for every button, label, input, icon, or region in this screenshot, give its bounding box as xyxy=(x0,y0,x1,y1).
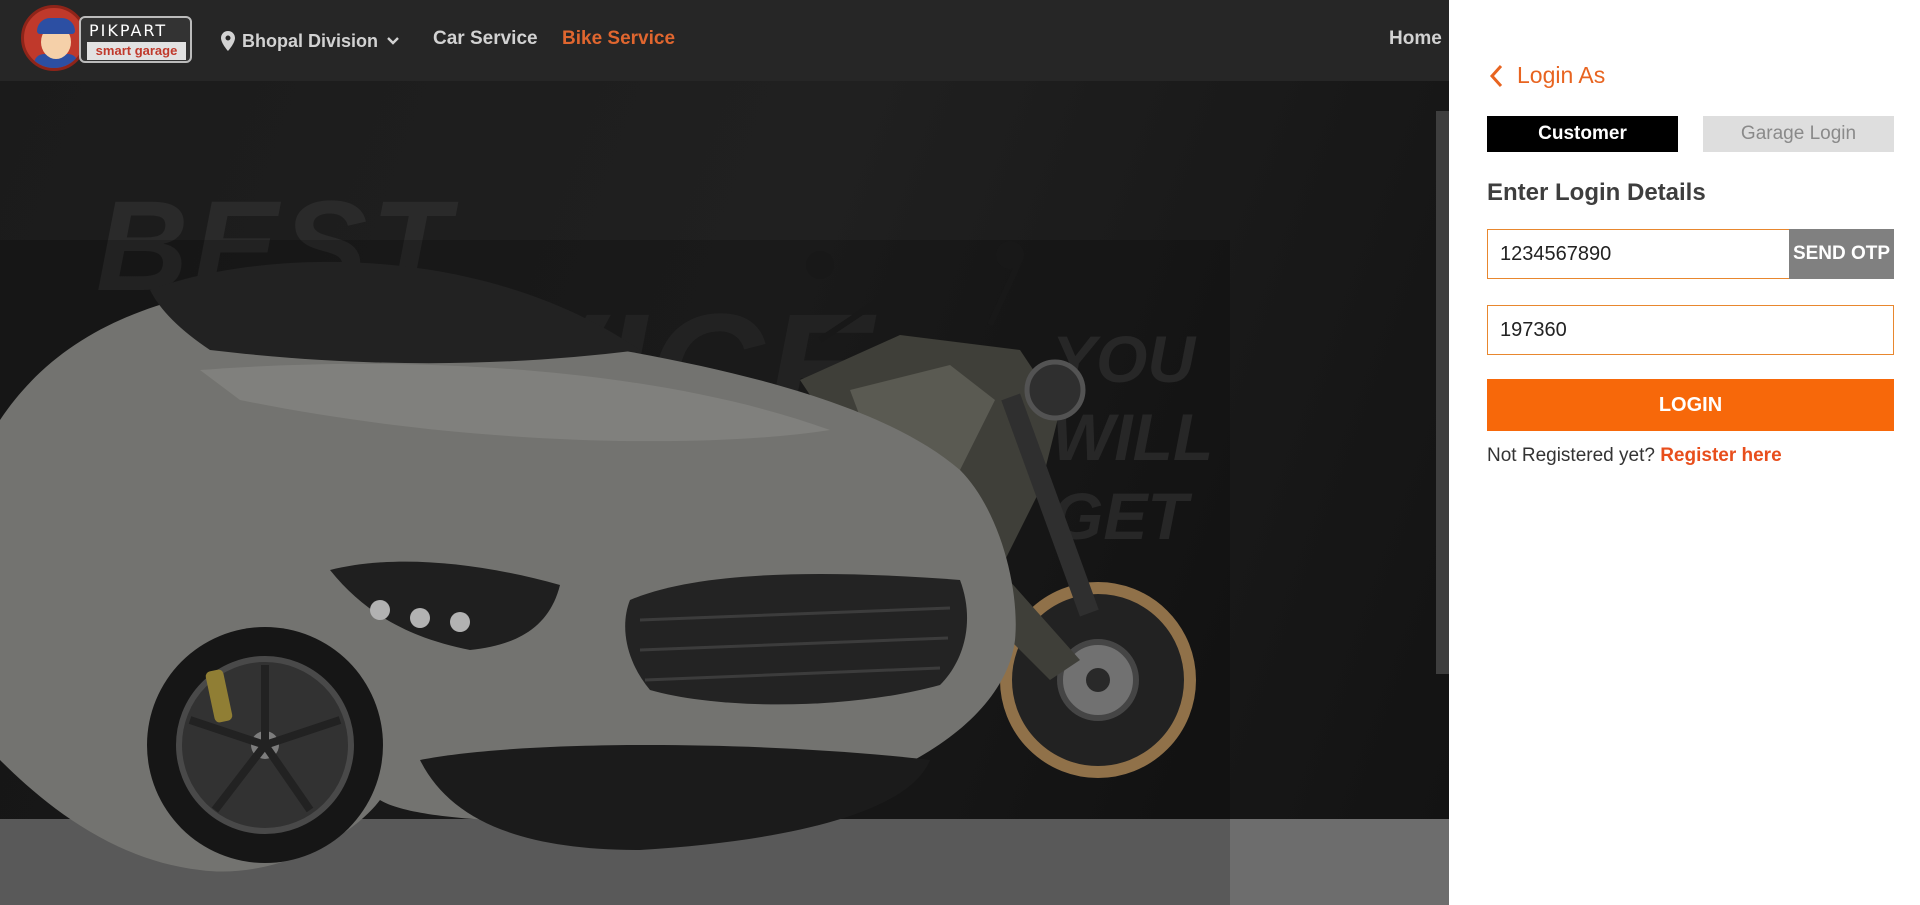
brand-name: PIKPART xyxy=(89,21,168,40)
nav-car-service[interactable]: Car Service xyxy=(433,28,538,50)
otp-input[interactable] xyxy=(1487,305,1894,355)
hero-slider-edge xyxy=(1436,111,1450,674)
chevron-left-icon xyxy=(1489,64,1503,87)
location-label: Bhopal Division xyxy=(242,30,379,51)
back-button[interactable]: Login As xyxy=(1489,62,1605,89)
login-button[interactable]: LOGIN xyxy=(1487,379,1894,431)
send-otp-button[interactable]: SEND OTP xyxy=(1789,229,1894,279)
brand-subtitle: smart garage xyxy=(87,42,186,60)
mascot-icon xyxy=(21,5,87,71)
nav-bike-service[interactable]: Bike Service xyxy=(562,28,675,50)
chevron-down-icon xyxy=(387,37,399,45)
logo-plate: PIKPART smart garage xyxy=(79,16,192,63)
register-prompt-text: Not Registered yet? xyxy=(1487,445,1655,466)
car-and-bike-image xyxy=(0,240,1230,905)
tab-garage-login[interactable]: Garage Login xyxy=(1703,116,1894,152)
register-link[interactable]: Register here xyxy=(1660,445,1781,466)
register-prompt-row: Not Registered yet? Register here xyxy=(1487,445,1782,467)
login-drawer: Login As Customer Garage Login Enter Log… xyxy=(1449,0,1920,905)
login-as-label: Login As xyxy=(1517,62,1606,88)
tab-customer[interactable]: Customer xyxy=(1487,116,1678,152)
brand-logo[interactable]: PIKPART smart garage xyxy=(21,5,192,73)
login-details-heading: Enter Login Details xyxy=(1487,179,1706,206)
location-selector[interactable]: Bhopal Division xyxy=(221,28,400,54)
nav-home[interactable]: Home xyxy=(1389,28,1442,50)
phone-number-input[interactable] xyxy=(1487,229,1790,279)
map-pin-icon xyxy=(221,31,235,51)
